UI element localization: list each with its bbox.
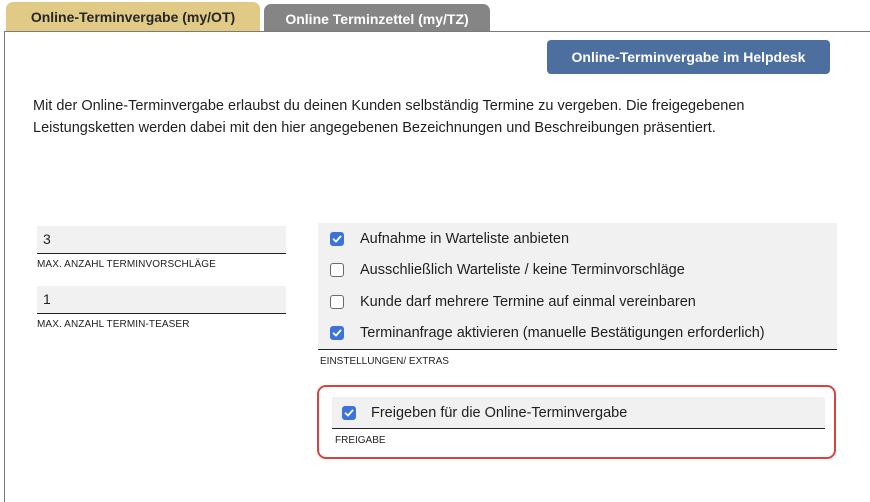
max-terminvorschlaege-field: 3 MAX. ANZAHL TERMINVORSCHLÄGE bbox=[37, 226, 286, 270]
checkbox-checked-icon[interactable] bbox=[330, 231, 344, 246]
max-termin-teaser-label: MAX. ANZAHL TERMIN-TEASER bbox=[37, 319, 190, 330]
setting-label: Kunde darf mehrere Termine auf einmal ve… bbox=[360, 293, 696, 310]
setting-label: Aufnahme in Warteliste anbieten bbox=[360, 230, 570, 247]
freigabe-highlight-box: Freigeben für die Online-Terminvergabe F… bbox=[317, 385, 836, 459]
helpdesk-button[interactable]: Online-Terminvergabe im Helpdesk bbox=[547, 40, 830, 74]
intro-text: Mit der Online-Terminvergabe erlaubst du… bbox=[33, 98, 745, 136]
setting-mehrere-termine[interactable]: Kunde darf mehrere Termine auf einmal ve… bbox=[318, 286, 837, 318]
tab-online-terminvergabe[interactable]: Online-Terminvergabe (my/OT) bbox=[6, 2, 260, 32]
checkbox-unchecked-icon[interactable] bbox=[330, 263, 344, 278]
settings-section-label: EINSTELLUNGEN/ EXTRAS bbox=[320, 356, 449, 367]
freigabe-section-label: FREIGABE bbox=[335, 435, 386, 446]
freigabe-label: Freigeben für die Online-Terminvergabe bbox=[371, 404, 628, 421]
max-terminvorschlaege-input[interactable]: 3 bbox=[37, 226, 286, 254]
setting-label: Terminanfrage aktivieren (manuelle Bestä… bbox=[360, 325, 765, 342]
setting-label: Ausschließlich Warteliste / keine Termin… bbox=[360, 262, 685, 279]
checkbox-checked-icon[interactable] bbox=[342, 405, 356, 420]
settings-list: Aufnahme in Warteliste anbieten Ausschli… bbox=[318, 223, 837, 350]
freigabe-checkbox-row[interactable]: Freigeben für die Online-Terminvergabe bbox=[332, 397, 825, 429]
checkbox-unchecked-icon[interactable] bbox=[330, 294, 344, 309]
max-termin-teaser-input[interactable]: 1 bbox=[37, 286, 286, 314]
checkbox-checked-icon[interactable] bbox=[330, 326, 344, 341]
max-terminvorschlaege-label: MAX. ANZAHL TERMINVORSCHLÄGE bbox=[37, 259, 216, 270]
max-termin-teaser-field: 1 MAX. ANZAHL TERMIN-TEASER bbox=[37, 286, 286, 330]
tab-online-terminzettel[interactable]: Online Terminzettel (my/TZ) bbox=[264, 4, 490, 32]
setting-warteliste-anbieten[interactable]: Aufnahme in Warteliste anbieten bbox=[318, 223, 837, 255]
setting-terminanfrage[interactable]: Terminanfrage aktivieren (manuelle Bestä… bbox=[318, 318, 837, 350]
setting-nur-warteliste[interactable]: Ausschließlich Warteliste / keine Termin… bbox=[318, 255, 837, 287]
